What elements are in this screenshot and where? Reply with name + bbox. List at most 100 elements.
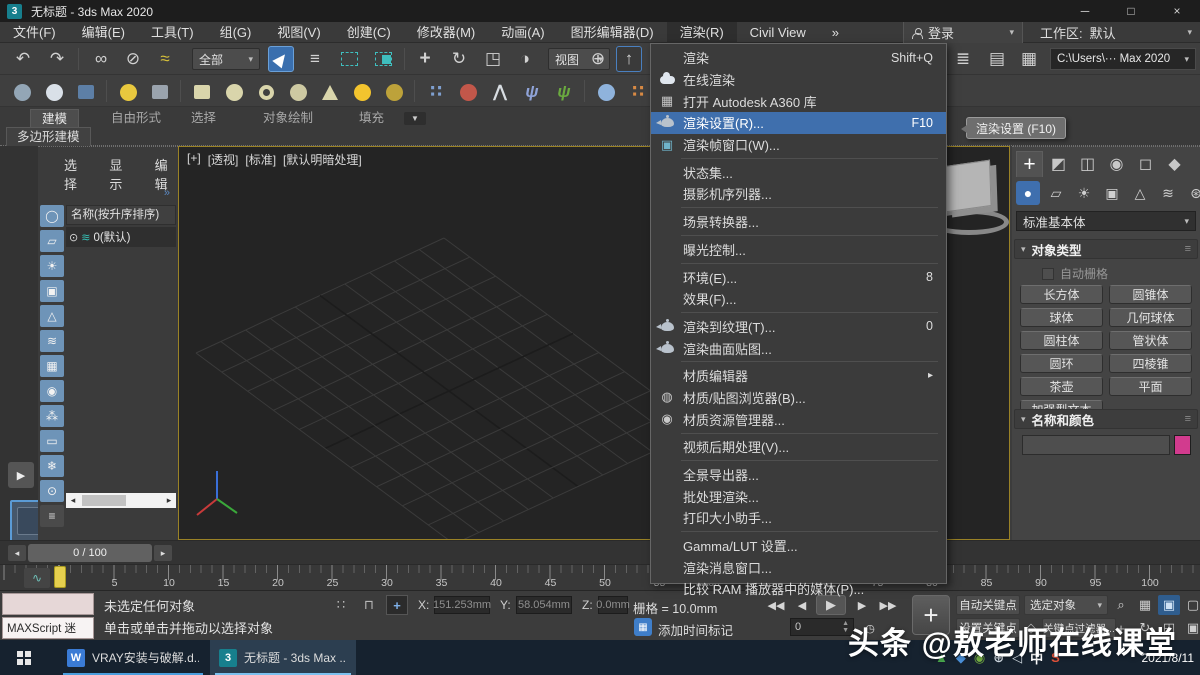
object-type-button-6[interactable]: 圆环 xyxy=(1020,354,1103,373)
object-type-button-8[interactable]: 茶壶 xyxy=(1020,377,1103,396)
auto-key-button[interactable]: 自动关键点 xyxy=(956,595,1020,615)
autogrid-checkbox[interactable] xyxy=(1042,268,1054,280)
menubar-item-3[interactable]: 组(G) xyxy=(207,22,265,43)
render-menu-item-30[interactable]: 渲染消息窗口... xyxy=(651,556,946,578)
object-name-field[interactable] xyxy=(1022,435,1170,455)
viewport-menu-pov[interactable]: [透视] xyxy=(208,151,239,168)
redo-icon[interactable]: ↷ xyxy=(44,46,70,72)
isolate-selection-icon[interactable]: ∷ xyxy=(330,595,352,615)
name-color-rollout[interactable]: ▾ 名称和颜色 ≡ xyxy=(1014,409,1198,429)
particles-filter-icon[interactable]: ⁂ xyxy=(40,405,64,427)
frozen-filter-icon[interactable]: ❄ xyxy=(40,455,64,477)
object-type-button-1[interactable]: 圆锥体 xyxy=(1109,285,1192,304)
render-menu-item-0[interactable]: 渲染Shift+Q xyxy=(651,47,946,69)
menubar-item-6[interactable]: 修改器(M) xyxy=(404,22,489,43)
render-menu-item-17[interactable]: 渲染曲面贴图... xyxy=(651,337,946,359)
explorer-column-header[interactable]: 名称(按升序排序) xyxy=(66,205,176,225)
zoom-region-icon[interactable]: ▢ xyxy=(1182,595,1200,615)
z-coordinate-field[interactable]: 0.0mm xyxy=(598,596,628,614)
lights-filter-icon[interactable]: ☀ xyxy=(40,255,64,277)
planes-filter-icon[interactable]: ▭ xyxy=(40,430,64,452)
current-frame-field[interactable]: 0 ▲▼ xyxy=(790,618,854,636)
viewport-menu-general[interactable]: [+] xyxy=(187,151,201,168)
object-type-rollout[interactable]: ▾ 对象类型 ≡ xyxy=(1014,239,1198,259)
render-menu-item-7[interactable]: 摄影机序列器... xyxy=(651,183,946,205)
next-frame-icon[interactable]: ▸ xyxy=(154,545,172,561)
space-warps-category-icon[interactable]: ≋ xyxy=(1156,181,1180,205)
project-folder-dropdown[interactable]: C:\Users\··· Max 2020 ▾ xyxy=(1050,48,1196,70)
viewport-menu-shading[interactable]: [默认明暗处理] xyxy=(283,151,362,168)
cameras-filter-icon[interactable]: ▣ xyxy=(40,280,64,302)
ribbon-tab-populate[interactable]: 填充 xyxy=(348,109,395,127)
explorer-scrollbar[interactable]: ◂ ▸ xyxy=(66,493,176,508)
maximize-button[interactable]: □ xyxy=(1108,0,1154,22)
menubar-item-1[interactable]: 编辑(E) xyxy=(69,22,138,43)
render-menu-item-4[interactable]: ▣渲染帧窗口(W)... xyxy=(651,134,946,156)
render-menu-item-19[interactable]: 材质编辑器▸ xyxy=(651,365,946,387)
scene-explorer-toggle-icon[interactable]: ▦ xyxy=(1016,46,1042,72)
utilities-tab-icon[interactable]: ◆ xyxy=(1161,151,1188,177)
object-type-button-5[interactable]: 管状体 xyxy=(1109,331,1192,350)
previous-frame-icon[interactable]: ◂ xyxy=(8,545,26,561)
sun-light-icon[interactable] xyxy=(350,80,374,104)
track-bar[interactable]: ∿ 05101520253035404550556065707580859095… xyxy=(0,564,1200,590)
object-type-button-3[interactable]: 几何球体 xyxy=(1109,308,1192,327)
y-coordinate-field[interactable]: 58.054mm xyxy=(516,596,572,614)
render-in-cloud-icon[interactable] xyxy=(42,80,66,104)
select-object-button[interactable] xyxy=(268,46,294,72)
bind-to-space-warp-icon[interactable]: ≈ xyxy=(152,46,178,72)
login-dropdown[interactable]: 登录 ▾ xyxy=(903,22,1023,43)
space-warps-filter-icon[interactable]: ≋ xyxy=(40,330,64,352)
hair-fur-icon[interactable]: ψ xyxy=(520,80,544,104)
object-type-button-9[interactable]: 平面 xyxy=(1109,377,1192,396)
eye-icon[interactable]: ⊙ xyxy=(69,231,78,244)
cone-primitive-icon[interactable] xyxy=(318,80,342,104)
select-and-rotate-icon[interactable]: ↻ xyxy=(446,46,472,72)
transform-type-in-icon[interactable]: + xyxy=(386,595,408,615)
render-menu-item-1[interactable]: 在线渲染 xyxy=(651,69,946,91)
menubar-item-2[interactable]: 工具(T) xyxy=(138,22,207,43)
light-icon[interactable] xyxy=(116,80,140,104)
camera-icon[interactable] xyxy=(148,80,172,104)
render-menu-item-11[interactable]: 曝光控制... xyxy=(651,239,946,261)
select-and-place-icon[interactable]: ◑ xyxy=(512,46,538,72)
menubar-item-10[interactable]: Civil View xyxy=(737,22,819,43)
list-view-icon[interactable]: ≡ xyxy=(40,505,64,527)
lights-category-icon[interactable]: ☀ xyxy=(1072,181,1096,205)
render-menu-item-3[interactable]: 渲染设置(R)...F10 xyxy=(651,112,946,134)
scrollbar-thumb[interactable] xyxy=(82,495,126,506)
viewcube-cube[interactable] xyxy=(944,160,991,213)
bones-filter-icon[interactable]: ◉ xyxy=(40,380,64,402)
select-and-move-icon[interactable]: + xyxy=(412,46,438,72)
render-menu-item-6[interactable]: 状态集... xyxy=(651,161,946,183)
window-crossing-icon[interactable] xyxy=(370,46,396,72)
ribbon-tab-freeform[interactable]: 自由形式 xyxy=(100,109,172,127)
compound-object-icon[interactable] xyxy=(456,80,480,104)
explorer-menu-select[interactable]: 选择 xyxy=(64,155,87,193)
menubar-item-9[interactable]: 渲染(R) xyxy=(667,22,737,43)
ribbon-tab-object-paint[interactable]: 对象绘制 xyxy=(252,109,324,127)
zoom-icon[interactable]: ⌕ xyxy=(1110,595,1132,615)
torus-primitive-icon[interactable] xyxy=(254,80,278,104)
sphere-primitive-icon[interactable] xyxy=(222,80,246,104)
helpers-filter-icon[interactable]: △ xyxy=(40,305,64,327)
selection-lock-icon[interactable]: ⊓ xyxy=(358,595,380,615)
box-primitive-icon[interactable] xyxy=(190,80,214,104)
layer-manager-icon[interactable]: ▤ xyxy=(984,46,1010,72)
teapot-primitive-icon[interactable] xyxy=(286,80,310,104)
render-menu-item-13[interactable]: 环境(E)...8 xyxy=(651,266,946,288)
maxscript-listener-label[interactable]: MAXScript 迷 xyxy=(2,617,94,639)
render-menu-item-16[interactable]: 渲染到纹理(T)...0 xyxy=(651,316,946,338)
render-menu-item-2[interactable]: ▦打开 Autodesk A360 库 xyxy=(651,90,946,112)
rectangular-selection-region-icon[interactable] xyxy=(336,46,362,72)
time-slider-marker[interactable] xyxy=(54,566,66,588)
render-menu-item-9[interactable]: 场景转换器... xyxy=(651,211,946,233)
visibility-filter-icon[interactable]: ⊙ xyxy=(40,480,64,502)
geometry-filter-icon[interactable]: ▦ xyxy=(40,355,64,377)
undo-icon[interactable]: ↶ xyxy=(10,46,36,72)
create-tab-icon[interactable]: + xyxy=(1016,151,1043,177)
geometry-type-dropdown[interactable]: 标准基本体 ▾ xyxy=(1016,211,1196,231)
time-slider[interactable]: 0 / 100 xyxy=(28,544,152,562)
close-button[interactable]: × xyxy=(1154,0,1200,22)
track-bar-toggle-icon[interactable]: ∿ xyxy=(24,568,50,588)
